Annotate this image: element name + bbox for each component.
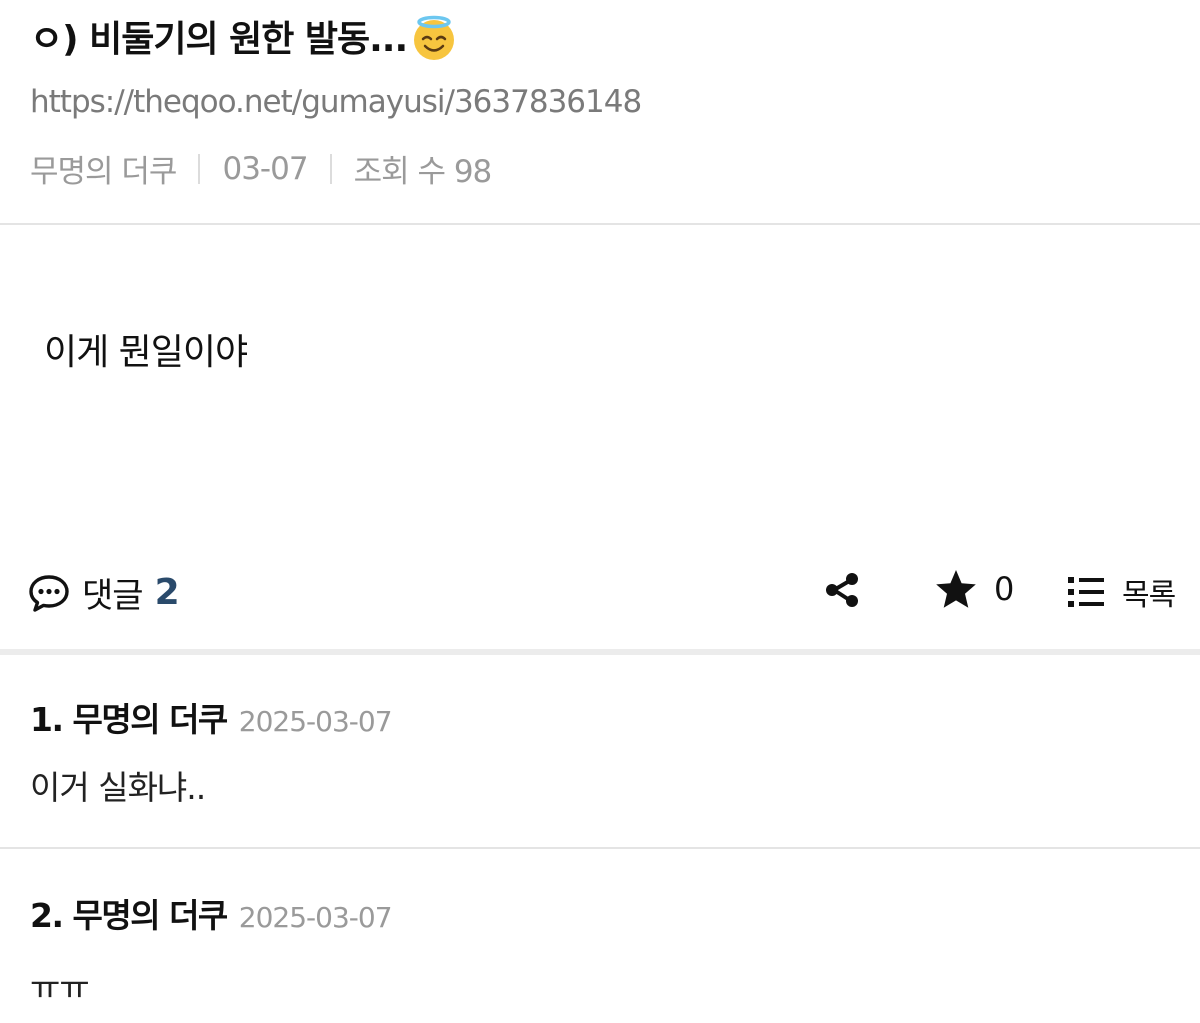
comments-label: 댓글 xyxy=(82,576,144,616)
halo-emoji-icon xyxy=(409,13,459,63)
list-icon xyxy=(1068,577,1104,607)
comment-date: 2025-03-07 xyxy=(238,705,393,738)
comments-count: 2 xyxy=(154,572,180,613)
header-divider xyxy=(0,223,1200,225)
post-url-link[interactable]: https://theqoo.net/gumayusi/3637836148 xyxy=(30,84,642,120)
share-icon[interactable] xyxy=(822,570,862,610)
meta-separator xyxy=(198,153,201,184)
post-author: 무명의 더쿠 xyxy=(30,154,177,190)
post-title-text: ㅇ) 비둘기의 원한 발동... xyxy=(30,19,408,60)
list-button[interactable]: 목록 xyxy=(1066,570,1176,614)
comments-button[interactable]: 댓글 2 xyxy=(28,568,180,617)
post-date: 03-07 xyxy=(222,150,308,187)
meta-separator xyxy=(329,153,332,184)
comment-text: ㅠㅠ xyxy=(30,968,90,1007)
speech-bubble-icon xyxy=(29,574,69,612)
post-header: ㅇ) 비둘기의 원한 발동... https://theqoo.net/guma… xyxy=(0,0,1200,224)
post-views: 조회 수 98 xyxy=(353,154,493,190)
comment-author: 무명의 더쿠 xyxy=(72,896,229,935)
post-meta: 무명의 더쿠 03-07 조회 수 98 xyxy=(30,146,493,191)
favorite-button[interactable]: 0 xyxy=(934,568,1014,610)
post-content: 이게 뭔일이야 xyxy=(44,332,248,373)
comment-item: 1. 무명의 더쿠 2025-03-07 이거 실화냐.. xyxy=(0,655,1200,847)
comment-header: 2. 무명의 더쿠 2025-03-07 xyxy=(30,889,393,937)
comment-text: 이거 실화냐.. xyxy=(30,768,206,807)
favorite-count: 0 xyxy=(994,570,1015,608)
star-icon xyxy=(936,570,976,608)
comment-number: 2. xyxy=(30,896,64,935)
comment-number: 1. xyxy=(30,700,64,739)
comment-date: 2025-03-07 xyxy=(238,901,393,934)
post-title: ㅇ) 비둘기의 원한 발동... xyxy=(30,14,459,66)
comment-item: 2. 무명의 더쿠 2025-03-07 ㅠㅠ xyxy=(0,849,1200,1023)
post-action-bar: 댓글 2 0 목록 xyxy=(0,560,1200,620)
comment-header: 1. 무명의 더쿠 2025-03-07 xyxy=(30,693,393,741)
list-label: 목록 xyxy=(1122,578,1176,613)
comment-author: 무명의 더쿠 xyxy=(72,700,229,739)
